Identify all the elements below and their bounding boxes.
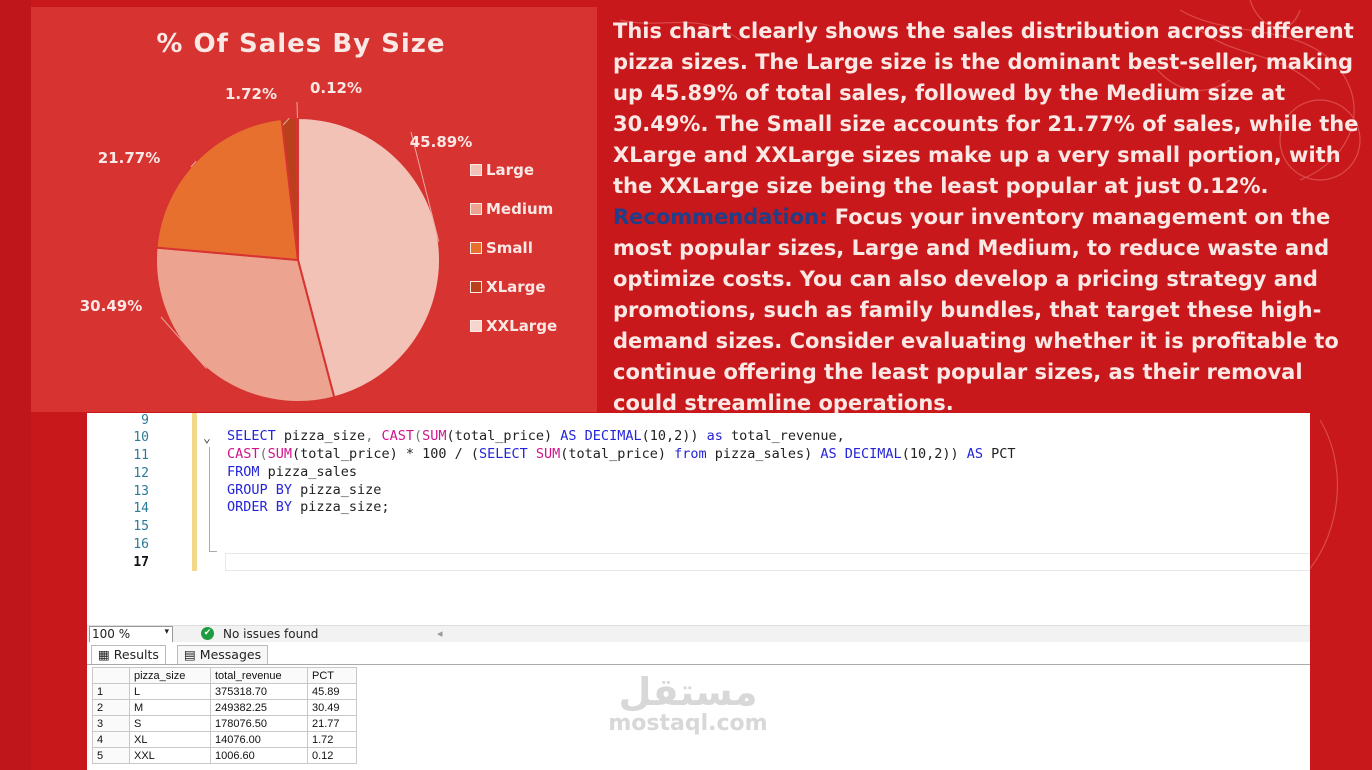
table-cell[interactable]: L [129,683,211,700]
legend-swatch [470,280,482,293]
table-cell[interactable]: XXL [129,747,211,764]
data-label: 21.77% [98,149,160,167]
line-number: 15 [133,519,149,534]
analysis-text: This chart clearly shows the sales distr… [613,16,1363,419]
change-tracking-bar [192,413,197,571]
code-line-12[interactable]: FROM pizza_sales [227,464,357,480]
pie-slice-xxlarge [295,116,299,261]
tab-label: Messages [199,647,262,662]
line-number: 9 [141,413,149,428]
legend-item-xxlarge: XXLarge [470,306,557,345]
table-cell[interactable]: 14076.00 [210,731,308,748]
data-label: 45.89% [410,133,472,151]
legend-label: Small [486,238,533,257]
line-number: 13 [133,484,149,499]
table-row[interactable]: 2 M 249382.25 30.49 [92,699,357,716]
watermark-latin: mostaql.com [608,711,768,736]
legend-label: Large [486,160,534,179]
column-header[interactable]: PCT [307,667,357,684]
sql-editor[interactable]: 9 10 11 12 13 14 15 16 17 ⌄ SELECT pizza… [87,413,1310,625]
table-cell[interactable]: M [129,699,211,716]
grid-icon: ▦ [98,647,110,662]
column-header[interactable]: total_revenue [210,667,308,684]
line-number: 10 [133,430,149,445]
row-number: 3 [92,715,130,732]
table-cell[interactable]: 1006.60 [210,747,308,764]
table-cell[interactable]: 249382.25 [210,699,308,716]
row-number: 4 [92,731,130,748]
row-number: 1 [92,683,130,700]
legend-label: XXLarge [486,316,558,335]
results-grid: pizza_size total_revenue PCT 1 L 375318.… [92,667,357,764]
zoom-select[interactable]: 100 % ▾ [89,626,173,643]
watermark: مستقل mostaql.com [604,672,772,736]
legend-item-medium: Medium [470,189,557,228]
legend-item-xlarge: XLarge [470,267,557,306]
analysis-body: This chart clearly shows the sales distr… [613,19,1359,198]
line-number: 16 [133,537,149,552]
table-row[interactable]: 4 XL 14076.00 1.72 [92,731,357,748]
legend-swatch [470,202,482,215]
table-cell[interactable]: 1.72 [307,731,357,748]
zoom-value: 100 % [92,627,131,641]
table-row[interactable]: 5 XXL 1006.60 0.12 [92,747,357,764]
row-number-header [92,667,130,684]
data-label: 30.49% [80,297,142,315]
chevron-down-icon: ▾ [164,627,169,637]
pie-slice-small [155,117,300,262]
table-row[interactable]: 1 L 375318.70 45.89 [92,683,357,700]
legend-label: Medium [486,199,554,218]
legend-label: XLarge [486,277,546,296]
chart-card: % Of Sales By Size 45.89% 30.49% 21.77% 1.7… [31,7,597,412]
data-label: 0.12% [310,79,362,97]
row-number: 5 [92,747,130,764]
line-number: 11 [133,448,149,463]
table-cell[interactable]: XL [129,731,211,748]
tab-messages[interactable]: ▤ Messages [177,645,269,665]
messages-icon: ▤ [184,647,196,662]
editor-status-bar: 100 % ▾ ✔ No issues found ◂ [87,625,1310,643]
table-cell[interactable]: 21.77 [307,715,357,732]
recommendation-text: Focus your inventory management on the m… [613,205,1339,415]
line-number: 12 [133,466,149,481]
grid-header-row: pizza_size total_revenue PCT [92,667,357,684]
tab-divider [87,664,1310,665]
current-line-highlight [225,553,1310,571]
code-line-13[interactable]: GROUP BY pizza_size [227,482,381,498]
issues-status: No issues found [223,627,319,641]
recommendation-label: Recommendation: [613,205,828,229]
line-number-current: 17 [133,555,149,570]
fold-guide [209,447,210,551]
chart-legend: Large Medium Small XLarge XXLarge [470,150,557,345]
legend-item-large: Large [470,150,557,189]
table-cell[interactable]: 0.12 [307,747,357,764]
table-cell[interactable]: 178076.50 [210,715,308,732]
table-cell[interactable]: S [129,715,211,732]
data-label: 1.72% [225,85,277,103]
tab-results[interactable]: ▦ Results [91,645,166,665]
table-cell[interactable]: 375318.70 [210,683,308,700]
fold-toggle-icon[interactable]: ⌄ [203,431,211,446]
legend-swatch [470,319,482,332]
table-cell[interactable]: 30.49 [307,699,357,716]
code-line-11[interactable]: CAST(SUM(total_price) * 100 / (SELECT SU… [227,446,1016,462]
tab-label: Results [113,647,159,662]
row-number: 2 [92,699,130,716]
code-line-10[interactable]: SELECT pizza_size, CAST(SUM(total_price)… [227,428,845,444]
table-row[interactable]: 3 S 178076.50 21.77 [92,715,357,732]
legend-swatch [470,163,482,176]
table-cell[interactable]: 45.89 [307,683,357,700]
code-line-14[interactable]: ORDER BY pizza_size; [227,499,390,515]
column-header[interactable]: pizza_size [129,667,211,684]
watermark-arabic: مستقل [618,670,758,714]
legend-swatch [470,241,482,254]
line-number: 14 [133,501,149,516]
results-panel: ▦ Results ▤ Messages pizza_size total_re… [87,642,1310,770]
legend-item-small: Small [470,228,557,267]
scroll-left-icon[interactable]: ◂ [437,627,443,640]
fold-guide-end [209,551,217,552]
check-circle-icon: ✔ [201,627,214,640]
